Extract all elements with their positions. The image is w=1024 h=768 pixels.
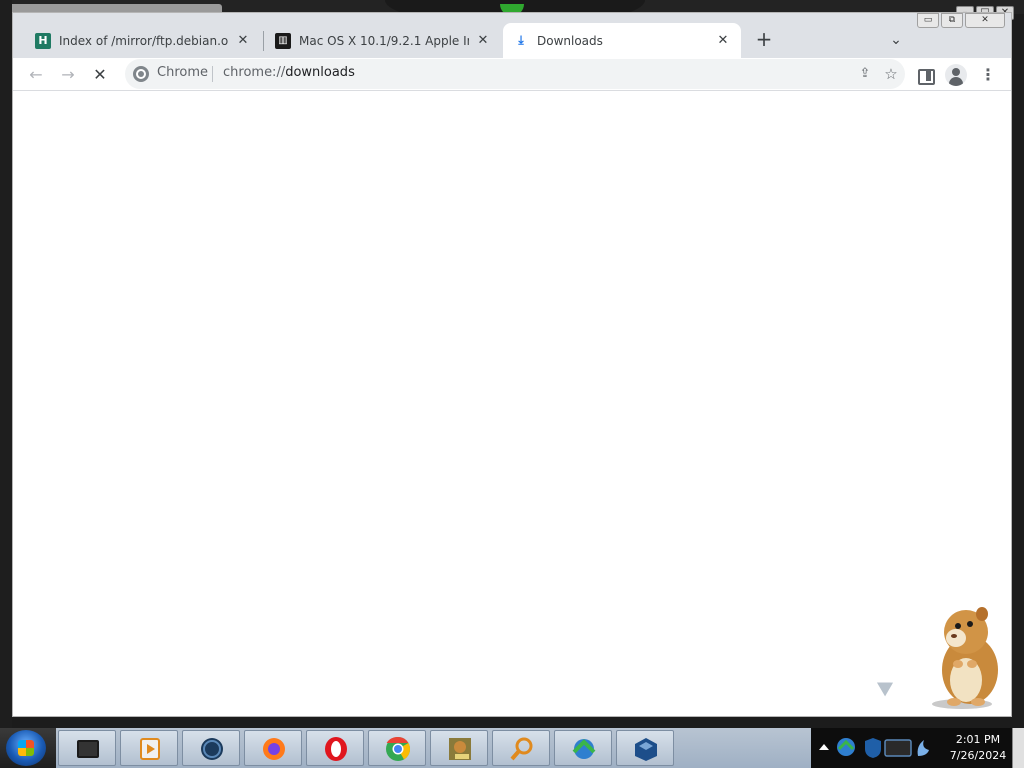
menu-kebab-icon[interactable]: ⋮: [978, 62, 998, 88]
restore-icon[interactable]: ⧉: [941, 13, 963, 28]
tab-mac-os-archive[interactable]: ▥ Mac OS X 10.1/9.2.1 Apple Intern ✕: [265, 23, 501, 58]
tab-strip: H Index of /mirror/ftp.debian.org/d ✕ ▥ …: [13, 13, 1011, 58]
tab-title: Mac OS X 10.1/9.2.1 Apple Intern: [299, 33, 469, 48]
virtualbox-icon[interactable]: [616, 730, 674, 766]
new-tab-button[interactable]: +: [751, 27, 777, 53]
omnibox-url[interactable]: chrome://downloads: [223, 65, 355, 80]
page-content: [13, 92, 1011, 716]
omnibox-divider: [212, 66, 213, 82]
tray-app-icon[interactable]: [915, 738, 933, 758]
system-clock[interactable]: 2:01 PM 7/26/2024: [938, 732, 1018, 764]
close-icon[interactable]: ✕: [475, 33, 491, 49]
tab-search-chevron-down-icon[interactable]: ⌄: [883, 27, 909, 53]
show-desktop-button[interactable]: [1012, 728, 1024, 768]
show-hidden-icons-icon[interactable]: [817, 740, 831, 754]
chrome-icon: [133, 66, 149, 82]
media-player-icon[interactable]: [120, 730, 178, 766]
sandboxie-icon[interactable]: [430, 730, 488, 766]
terminal-icon[interactable]: [58, 730, 116, 766]
start-button[interactable]: [6, 730, 46, 766]
clock-time: 2:01 PM: [955, 733, 1001, 746]
taskbar: 2:01 PM 7/26/2024: [0, 728, 1024, 768]
bookmark-star-icon[interactable]: ☆: [881, 64, 901, 84]
profile-avatar-icon[interactable]: [945, 64, 967, 86]
back-button[interactable]: ←: [23, 62, 49, 88]
toolbar: ← → ✕ Chrome chrome://downloads ⇪ ☆ ⋮: [13, 58, 1011, 91]
chrome-icon[interactable]: [368, 730, 426, 766]
stop-loading-button[interactable]: ✕: [87, 62, 113, 88]
share-icon[interactable]: ⇪: [855, 64, 875, 84]
tray-network-icon[interactable]: [835, 736, 857, 758]
forward-button[interactable]: →: [55, 62, 81, 88]
tab-separator: [263, 31, 264, 51]
url-path: downloads: [285, 65, 355, 80]
tray-security-icon[interactable]: [865, 736, 915, 760]
chrome-window: H Index of /mirror/ftp.debian.org/d ✕ ▥ …: [12, 12, 1012, 717]
window-controls: ▭ ⧉ ✕: [917, 13, 1005, 28]
omnibox-chip: Chrome: [157, 65, 208, 80]
minimize-icon[interactable]: ▭: [917, 13, 939, 28]
network-connect-icon[interactable]: [554, 730, 612, 766]
h-logo-icon: H: [35, 32, 51, 49]
close-icon[interactable]: ✕: [235, 33, 251, 49]
clock-date: 7/26/2024: [949, 749, 1007, 762]
opera-icon[interactable]: [306, 730, 364, 766]
tab-debian-mirror[interactable]: H Index of /mirror/ftp.debian.org/d ✕: [25, 23, 261, 58]
hamster-pet-icon[interactable]: [918, 600, 1008, 712]
desktop-left-edge: [0, 0, 12, 728]
archive-icon: ▥: [275, 32, 291, 49]
tab-title: Index of /mirror/ftp.debian.org/d: [59, 33, 229, 48]
close-window-icon[interactable]: ✕: [965, 13, 1005, 28]
download-icon: ⤓: [518, 33, 524, 47]
firefox-icon[interactable]: [244, 730, 302, 766]
side-panel-icon[interactable]: [913, 62, 937, 88]
tab-title: Downloads: [537, 33, 603, 48]
close-icon[interactable]: ✕: [715, 33, 731, 49]
network-globe-icon[interactable]: [182, 730, 240, 766]
search-magnifier-icon[interactable]: [492, 730, 550, 766]
omnibox[interactable]: Chrome chrome://downloads ⇪ ☆: [125, 59, 905, 89]
url-scheme: chrome://: [223, 65, 286, 80]
tab-downloads[interactable]: ⤓ Downloads ✕: [503, 23, 741, 58]
